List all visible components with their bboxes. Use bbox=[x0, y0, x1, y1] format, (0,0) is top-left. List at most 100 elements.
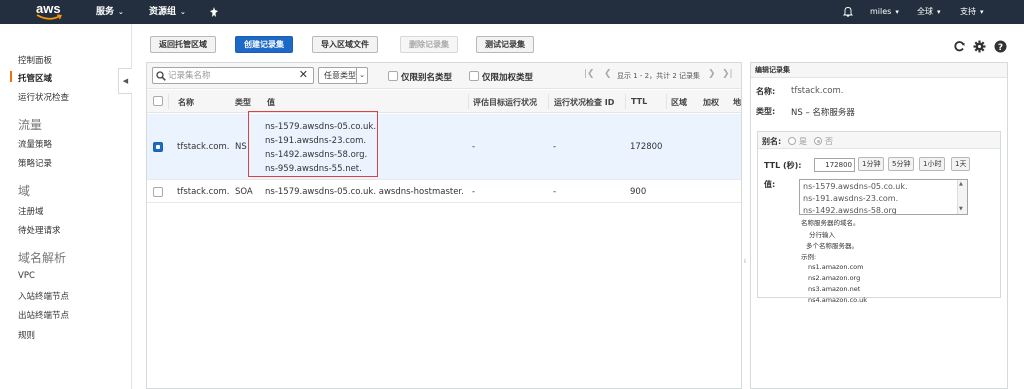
column-separator bbox=[548, 94, 549, 109]
table-row[interactable]: tfstack.com. NS ns-1579.awsdns-05.co.uk.… bbox=[147, 114, 741, 180]
textarea-scrollbar[interactable]: ▲ ▼ bbox=[957, 180, 967, 214]
sidebar-item-policy-records[interactable]: 策略记录 bbox=[18, 157, 52, 169]
bell-icon[interactable] bbox=[842, 0, 854, 24]
caret-down-icon: ▾ bbox=[895, 8, 899, 16]
type-value: NS – 名称服务器 bbox=[791, 108, 855, 118]
sidebar-item-inbound-endpoints[interactable]: 入站终端节点 bbox=[18, 290, 69, 302]
pagination-text: 显示 1 - 2，共计 2 记录集 bbox=[617, 72, 701, 80]
svg-text:?: ? bbox=[998, 43, 1003, 53]
weighted-only-label: 仅限加权类型 bbox=[482, 73, 534, 83]
name-value: tfstack.com. bbox=[791, 86, 844, 96]
refresh-icon[interactable] bbox=[953, 40, 966, 53]
region-label: 全球 bbox=[917, 7, 933, 16]
value-label: 值: bbox=[764, 180, 776, 189]
alias-yes-radio[interactable] bbox=[788, 137, 796, 145]
last-page-icon[interactable]: ❯| bbox=[722, 69, 733, 79]
resource-groups-label: 资源组 bbox=[149, 7, 177, 17]
sidebar-item-health-checks[interactable]: 运行状况检查 bbox=[18, 91, 69, 103]
alias-yes-label: 是 bbox=[799, 137, 807, 146]
weighted-only-checkbox[interactable] bbox=[469, 71, 479, 81]
record-type-select[interactable]: 任意类型 ⌄ bbox=[318, 67, 368, 84]
value-help-example: ns1.amazon.com bbox=[808, 263, 864, 271]
region-menu[interactable]: 全球 ▾ bbox=[917, 0, 941, 24]
scroll-up-icon[interactable]: ▲ bbox=[959, 181, 963, 187]
alias-box: 别名: 是 否 TTL (秒): 172800 1分钟 5分钟 1小时 1天 值… bbox=[757, 131, 1001, 304]
resource-groups-menu[interactable]: 资源组 ⌄ bbox=[149, 0, 186, 24]
test-record-set-button[interactable]: 测试记录集 bbox=[476, 36, 534, 53]
ttl-input[interactable]: 172800 bbox=[814, 158, 855, 172]
previous-page-icon[interactable]: ❮ bbox=[604, 69, 612, 79]
ttl-1-day-button[interactable]: 1天 bbox=[951, 157, 971, 171]
create-record-set-button[interactable]: 创建记录集 bbox=[235, 36, 293, 53]
record-ttl: 900 bbox=[630, 187, 647, 197]
help-icon[interactable]: ? bbox=[994, 40, 1007, 53]
filter-bar: ✕ 任意类型 ⌄ 仅限别名类型 仅限加权类型 |❮ ❮ 显示 1 - 2，共计 … bbox=[147, 63, 741, 89]
column-header-region[interactable]: 区域 bbox=[671, 97, 687, 108]
row-checkbox[interactable] bbox=[153, 187, 163, 197]
record-evaluate-health: - bbox=[472, 187, 476, 197]
record-search-input[interactable] bbox=[168, 69, 293, 82]
value-textarea-line: ns-1579.awsdns-05.co.uk. bbox=[803, 182, 908, 191]
services-menu[interactable]: 服务 ⌄ bbox=[96, 0, 124, 24]
alias-no-label: 否 bbox=[825, 137, 833, 146]
aws-smile-icon bbox=[36, 14, 62, 20]
sidebar-item-hosted-zones[interactable]: 托管区域 bbox=[9, 71, 52, 84]
edit-record-set-panel: 编辑记录集 名称: tfstack.com. 类型: NS – 名称服务器 别名… bbox=[750, 62, 1008, 389]
column-header-weight[interactable]: 加权 bbox=[703, 97, 719, 108]
ttl-1-minute-button[interactable]: 1分钟 bbox=[858, 157, 885, 171]
gear-icon[interactable] bbox=[973, 40, 986, 53]
user-menu[interactable]: miles ▾ bbox=[870, 0, 899, 24]
table-row[interactable]: tfstack.com. SOA ns-1579.awsdns-05.co.uk… bbox=[147, 181, 741, 203]
record-type: SOA bbox=[235, 187, 253, 197]
column-header-value[interactable]: 值 bbox=[267, 97, 275, 108]
select-all-checkbox[interactable] bbox=[153, 96, 163, 106]
collapse-sidebar-button[interactable]: ◀ bbox=[118, 68, 132, 94]
back-to-hosted-zones-button[interactable]: 返回托管区域 bbox=[150, 36, 216, 53]
row-checkbox[interactable] bbox=[153, 142, 163, 152]
column-separator bbox=[468, 94, 469, 109]
sidebar-item-registered-domains[interactable]: 注册域 bbox=[18, 205, 44, 217]
import-zone-file-button[interactable]: 导入区域文件 bbox=[312, 36, 378, 53]
record-search-box[interactable]: ✕ bbox=[152, 67, 314, 84]
sidebar-item-rules[interactable]: 规则 bbox=[18, 329, 35, 341]
column-header-name[interactable]: 名称 bbox=[178, 97, 194, 108]
next-page-icon[interactable]: ❯ bbox=[708, 69, 716, 79]
value-help-example: ns4.amazon.co.uk bbox=[808, 296, 867, 304]
sidebar-item-traffic-policies[interactable]: 流量策略 bbox=[18, 138, 52, 150]
alias-only-label: 仅限别名类型 bbox=[401, 73, 453, 83]
column-header-health-check-id[interactable]: 运行状况检查 ID bbox=[554, 97, 614, 108]
record-name: tfstack.com. bbox=[177, 187, 230, 197]
record-health-check-id: - bbox=[553, 187, 557, 197]
column-separator bbox=[666, 94, 667, 109]
chevron-left-icon: ◀ bbox=[122, 77, 129, 85]
user-name: miles bbox=[870, 7, 892, 16]
alias-only-checkbox[interactable] bbox=[388, 71, 398, 81]
value-textarea-line: ns-191.awsdns-23.com. bbox=[803, 194, 899, 203]
clear-search-icon[interactable]: ✕ bbox=[299, 68, 308, 81]
edit-panel-title: 编辑记录集 bbox=[751, 63, 1007, 78]
scroll-down-icon[interactable]: ▼ bbox=[959, 206, 963, 212]
panel-splitter[interactable]: ⁞ bbox=[743, 62, 747, 389]
alias-header: 别名: 是 否 bbox=[758, 132, 1000, 149]
column-header-evaluate-health[interactable]: 评估目标运行状况 bbox=[473, 97, 537, 108]
first-page-icon[interactable]: |❮ bbox=[584, 69, 595, 79]
value-textarea[interactable]: ns-1579.awsdns-05.co.uk. ns-191.awsdns-2… bbox=[799, 179, 968, 215]
sidebar-item-vpcs[interactable]: VPC bbox=[18, 271, 35, 281]
column-header-geo[interactable]: 地 bbox=[733, 97, 741, 108]
sidebar-item-dashboard[interactable]: 控制面板 bbox=[18, 54, 52, 66]
value-help-example: ns3.amazon.net bbox=[808, 285, 861, 293]
column-header-type[interactable]: 类型 bbox=[235, 97, 251, 108]
column-header-ttl[interactable]: TTL bbox=[631, 97, 647, 106]
alias-no-radio[interactable] bbox=[814, 137, 822, 145]
delete-record-set-button[interactable]: 删除记录集 bbox=[400, 36, 458, 53]
sidebar-item-pending-requests[interactable]: 待处理请求 bbox=[18, 224, 61, 236]
aws-logo[interactable]: aws bbox=[36, 2, 62, 22]
chevron-down-icon: ⌄ bbox=[180, 8, 186, 16]
ttl-5-minutes-button[interactable]: 5分钟 bbox=[888, 157, 915, 171]
support-menu[interactable]: 支持 ▾ bbox=[960, 0, 984, 24]
pin-icon[interactable] bbox=[209, 0, 219, 24]
grip-icon: ⁞ bbox=[744, 258, 746, 265]
sidebar-group-domains: 域 bbox=[18, 184, 31, 198]
sidebar-item-outbound-endpoints[interactable]: 出站终端节点 bbox=[18, 309, 69, 321]
ttl-1-hour-button[interactable]: 1小时 bbox=[919, 157, 946, 171]
